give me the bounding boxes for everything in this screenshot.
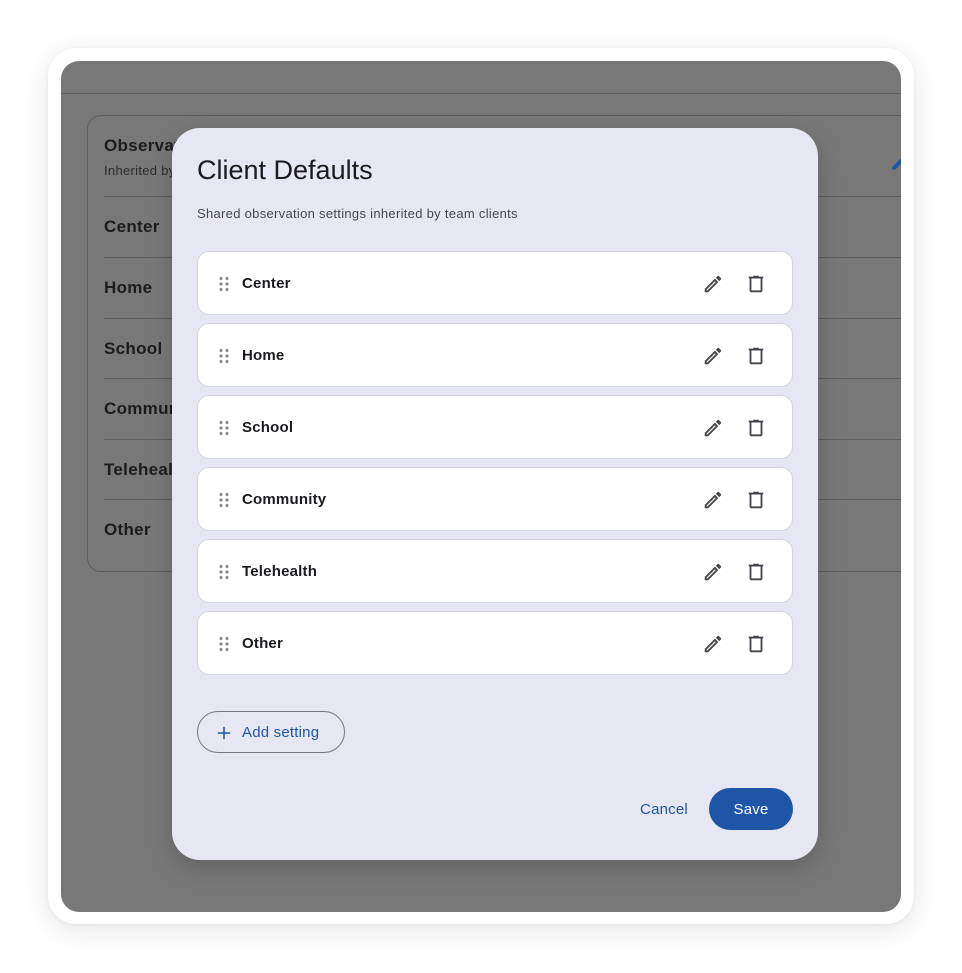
setting-item: Telehealth [197,539,793,603]
pencil-icon [704,491,722,509]
edit-setting-button[interactable] [699,270,727,298]
setting-item: Home [197,323,793,387]
dialog-subtitle: Shared observation settings inherited by… [197,206,518,221]
setting-item-label: School [242,419,294,436]
delete-setting-button[interactable] [742,414,770,442]
drag-handle-icon[interactable] [218,420,230,436]
trash-icon [748,491,764,509]
plus-icon [217,726,231,740]
pencil-icon [704,419,722,437]
top-bar-divider [61,93,901,94]
edit-setting-button[interactable] [699,342,727,370]
pencil-icon [892,158,901,170]
background-row-label: Other [104,520,151,539]
setting-item: Other [197,611,793,675]
setting-item-label: Home [242,347,285,364]
delete-setting-button[interactable] [742,630,770,658]
setting-item: Community [197,467,793,531]
save-button[interactable]: Save [709,788,793,830]
background-row-label: Home [104,278,153,297]
setting-item-label: Telehealth [242,563,318,580]
edit-setting-button[interactable] [699,558,727,586]
pencil-icon [704,635,722,653]
trash-icon [748,347,764,365]
trash-icon [748,635,764,653]
setting-item-label: Center [242,275,291,292]
drag-handle-icon[interactable] [218,348,230,364]
trash-icon [748,275,764,293]
delete-setting-button[interactable] [742,270,770,298]
cancel-button[interactable]: Cancel [628,788,700,830]
setting-item: Center [197,251,793,315]
background-row-label: Center [104,217,160,236]
pencil-icon [704,563,722,581]
delete-setting-button[interactable] [742,342,770,370]
drag-handle-icon[interactable] [218,276,230,292]
drag-handle-icon[interactable] [218,636,230,652]
background-row-label: School [104,339,163,358]
add-setting-label: Add setting [242,724,320,741]
drag-handle-icon[interactable] [218,564,230,580]
setting-item: School [197,395,793,459]
setting-item-label: Other [242,635,284,652]
drag-handle-icon[interactable] [218,492,230,508]
edit-setting-button[interactable] [699,486,727,514]
setting-item-label: Community [242,491,327,508]
edit-setting-button[interactable] [699,630,727,658]
pencil-icon [704,347,722,365]
dialog-title: Client Defaults [197,155,373,185]
delete-setting-button[interactable] [742,558,770,586]
trash-icon [748,563,764,581]
edit-setting-button[interactable] [699,414,727,442]
settings-list: Center Home School Community Telehealth … [197,251,793,683]
pencil-icon [704,275,722,293]
delete-setting-button[interactable] [742,486,770,514]
add-setting-button[interactable]: Add setting [197,711,345,753]
trash-icon [748,419,764,437]
client-defaults-dialog: Client Defaults Shared observation setti… [172,128,818,860]
